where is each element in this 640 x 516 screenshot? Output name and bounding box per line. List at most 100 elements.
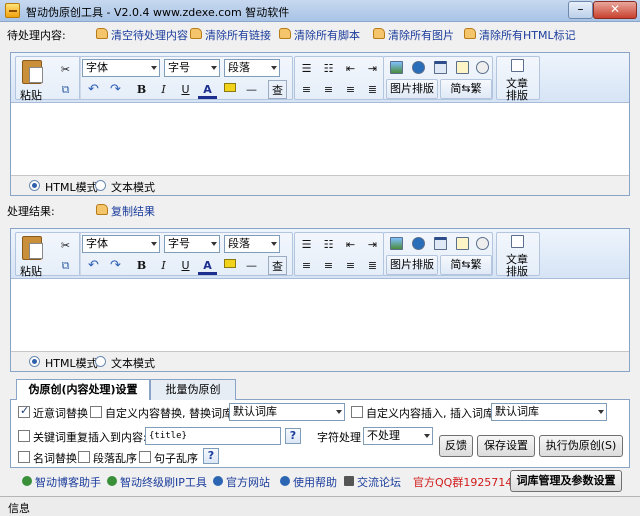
remove-scripts-link[interactable]: 清除所有脚本 (279, 27, 360, 43)
copy-icon[interactable]: ⧉ (56, 256, 75, 275)
article-layout-group[interactable]: 文章 排版 (496, 232, 540, 278)
replace-lib-select[interactable]: 默认词库 (229, 403, 345, 421)
find-button[interactable]: 查 (268, 80, 287, 99)
title-bar[interactable]: 智动伪原创工具 - V2.0.4 www.zdexe.com 智动软件 – ✕ (0, 0, 640, 22)
numbered-list-icon[interactable]: ☰ (297, 59, 316, 78)
undo-icon[interactable]: ↶ (84, 256, 103, 275)
keyword-help-button[interactable]: ? (285, 428, 301, 444)
numbered-list-icon[interactable]: ☰ (297, 235, 316, 254)
find-button[interactable]: 查 (268, 256, 287, 275)
source-text-mode-radio[interactable] (95, 180, 106, 191)
convert-chinese-button[interactable]: 简⇆繁 (440, 255, 492, 275)
image-layout-button[interactable]: 图片排版 (386, 79, 438, 99)
bold-button[interactable]: B (132, 80, 151, 99)
sentence-shuffle-checkbox[interactable] (139, 451, 151, 463)
zoom-icon[interactable] (476, 237, 489, 250)
help-link[interactable]: 使用帮助 (280, 474, 337, 490)
paste-icon[interactable] (22, 236, 43, 260)
horizontal-rule-button[interactable]: — (242, 80, 261, 99)
source-html-mode-label[interactable]: HTML模式 (45, 179, 98, 195)
paragraph-select[interactable]: 段落 (224, 59, 280, 77)
save-settings-button[interactable]: 保存设置 (477, 435, 535, 457)
copy-icon[interactable]: ⧉ (56, 80, 75, 99)
italic-button[interactable]: I (154, 80, 173, 99)
cut-icon[interactable]: ✂ (56, 60, 75, 79)
remove-links-link[interactable]: 清除所有链接 (190, 27, 271, 43)
align-right-icon[interactable]: ≡ (341, 80, 360, 99)
source-content-area[interactable] (11, 104, 629, 175)
paragraph-shuffle-label[interactable]: 段落乱序 (93, 450, 137, 466)
remove-images-link[interactable]: 清除所有图片 (373, 27, 454, 43)
blog-assistant-link[interactable]: 智动博客助手 (22, 474, 101, 490)
align-justify-icon[interactable]: ≣ (363, 256, 382, 275)
bullet-list-icon[interactable]: ☷ (319, 235, 338, 254)
noun-replace-label[interactable]: 名词替换 (33, 450, 77, 466)
highlight-icon[interactable] (220, 80, 239, 99)
font-family-select[interactable]: 字体 (82, 59, 160, 77)
result-text-mode-label[interactable]: 文本模式 (111, 355, 155, 371)
outdent-icon[interactable]: ⇤ (341, 235, 360, 254)
custom-insert-checkbox[interactable] (351, 406, 363, 418)
align-center-icon[interactable]: ≡ (319, 256, 338, 275)
image-icon[interactable] (390, 237, 403, 250)
clear-source-link[interactable]: 清空待处理内容 (96, 27, 188, 43)
table-icon[interactable] (434, 237, 447, 250)
minimize-button[interactable]: – (568, 1, 593, 19)
note-icon[interactable] (456, 237, 469, 250)
close-button[interactable]: ✕ (593, 1, 637, 19)
indent-icon[interactable]: ⇥ (363, 235, 382, 254)
paste-icon[interactable] (22, 60, 43, 84)
synonym-replace-checkbox[interactable] (18, 404, 30, 418)
custom-replace-label[interactable]: 自定义内容替换, 替换词库: (105, 405, 237, 421)
indent-icon[interactable]: ⇥ (363, 59, 382, 78)
custom-insert-label[interactable]: 自定义内容插入, 插入词库: (366, 405, 498, 421)
outdent-icon[interactable]: ⇤ (341, 59, 360, 78)
flash-icon[interactable] (412, 237, 425, 250)
lib-settings-button[interactable]: 词库管理及参数设置 (510, 470, 622, 492)
underline-button[interactable]: U (176, 80, 195, 99)
shuffle-help-button[interactable]: ? (203, 448, 219, 464)
align-right-icon[interactable]: ≡ (341, 256, 360, 275)
horizontal-rule-button[interactable]: — (242, 256, 261, 275)
align-center-icon[interactable]: ≡ (319, 80, 338, 99)
image-layout-button[interactable]: 图片排版 (386, 255, 438, 275)
cut-icon[interactable]: ✂ (56, 236, 75, 255)
run-rewrite-button[interactable]: 执行伪原创(S) (539, 435, 623, 457)
bold-button[interactable]: B (132, 256, 151, 275)
noun-replace-checkbox[interactable] (18, 451, 30, 463)
align-left-icon[interactable]: ≡ (297, 256, 316, 275)
copy-result-link[interactable]: 复制结果 (96, 203, 155, 219)
flash-icon[interactable] (412, 61, 425, 74)
align-left-icon[interactable]: ≡ (297, 80, 316, 99)
result-text-mode-radio[interactable] (95, 356, 106, 367)
result-content-area[interactable] (11, 280, 629, 351)
font-size-select[interactable]: 字号 (164, 59, 220, 77)
highlight-icon[interactable] (220, 256, 239, 275)
italic-button[interactable]: I (154, 256, 173, 275)
source-text-mode-label[interactable]: 文本模式 (111, 179, 155, 195)
undo-icon[interactable]: ↶ (84, 80, 103, 99)
font-size-select[interactable]: 字号 (164, 235, 220, 253)
font-family-select[interactable]: 字体 (82, 235, 160, 253)
feedback-button[interactable]: 反馈 (439, 435, 473, 457)
image-icon[interactable] (390, 61, 403, 74)
tab-rewrite-settings[interactable]: 伪原创(内容处理)设置 (16, 379, 150, 401)
result-html-mode-radio[interactable] (29, 356, 40, 367)
font-color-button[interactable]: A (198, 256, 217, 275)
redo-icon[interactable]: ↷ (106, 80, 125, 99)
keyword-insert-checkbox[interactable] (18, 430, 30, 442)
official-site-link[interactable]: 官方网站 (213, 474, 270, 490)
bullet-list-icon[interactable]: ☷ (319, 59, 338, 78)
note-icon[interactable] (456, 61, 469, 74)
insert-lib-select[interactable]: 默认词库 (491, 403, 607, 421)
paste-button[interactable]: 粘贴 (20, 87, 42, 103)
font-color-button[interactable]: A (198, 80, 217, 99)
forum-link[interactable]: 交流论坛 (344, 474, 401, 490)
char-process-select[interactable]: 不处理 (363, 427, 433, 445)
tab-batch-rewrite[interactable]: 批量伪原创 (150, 379, 236, 400)
table-icon[interactable] (434, 61, 447, 74)
custom-replace-checkbox[interactable] (90, 406, 102, 418)
article-layout-group[interactable]: 文章 排版 (496, 56, 540, 102)
convert-chinese-button[interactable]: 简⇆繁 (440, 79, 492, 99)
align-justify-icon[interactable]: ≣ (363, 80, 382, 99)
